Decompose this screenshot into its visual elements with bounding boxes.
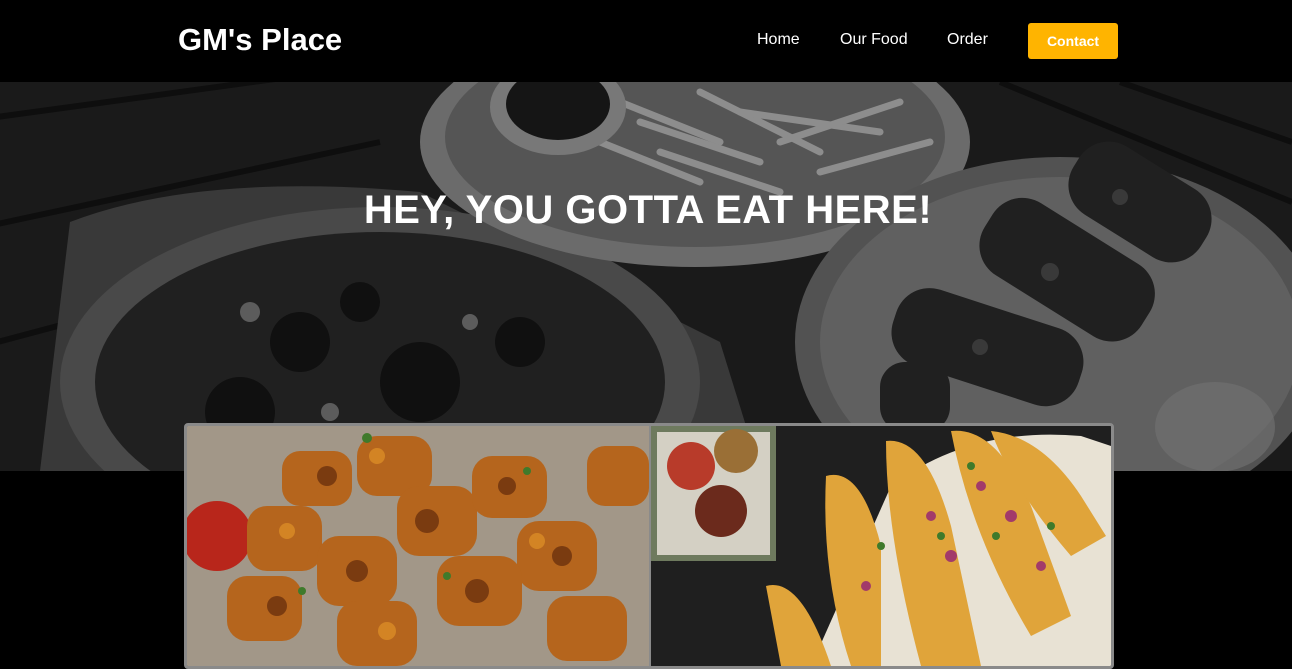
hero-section: HEY, YOU GOTTA EAT HERE! — [0, 82, 1292, 471]
hero-background-image — [0, 82, 1292, 471]
grilled-chicken-skewers-image — [187, 426, 651, 666]
navbar: GM's Place Home Our Food Order Contact — [0, 0, 1292, 82]
nav-link-order[interactable]: Order — [947, 30, 988, 50]
brand-logo[interactable]: GM's Place — [178, 20, 342, 60]
stuffed-peppers-image — [651, 426, 1111, 666]
hero-title: HEY, YOU GOTTA EAT HERE! — [363, 188, 933, 232]
nav-link-home[interactable]: Home — [757, 30, 800, 50]
nav-link-our-food[interactable]: Our Food — [840, 30, 908, 50]
contact-button[interactable]: Contact — [1028, 23, 1118, 59]
food-gallery — [184, 423, 1114, 669]
